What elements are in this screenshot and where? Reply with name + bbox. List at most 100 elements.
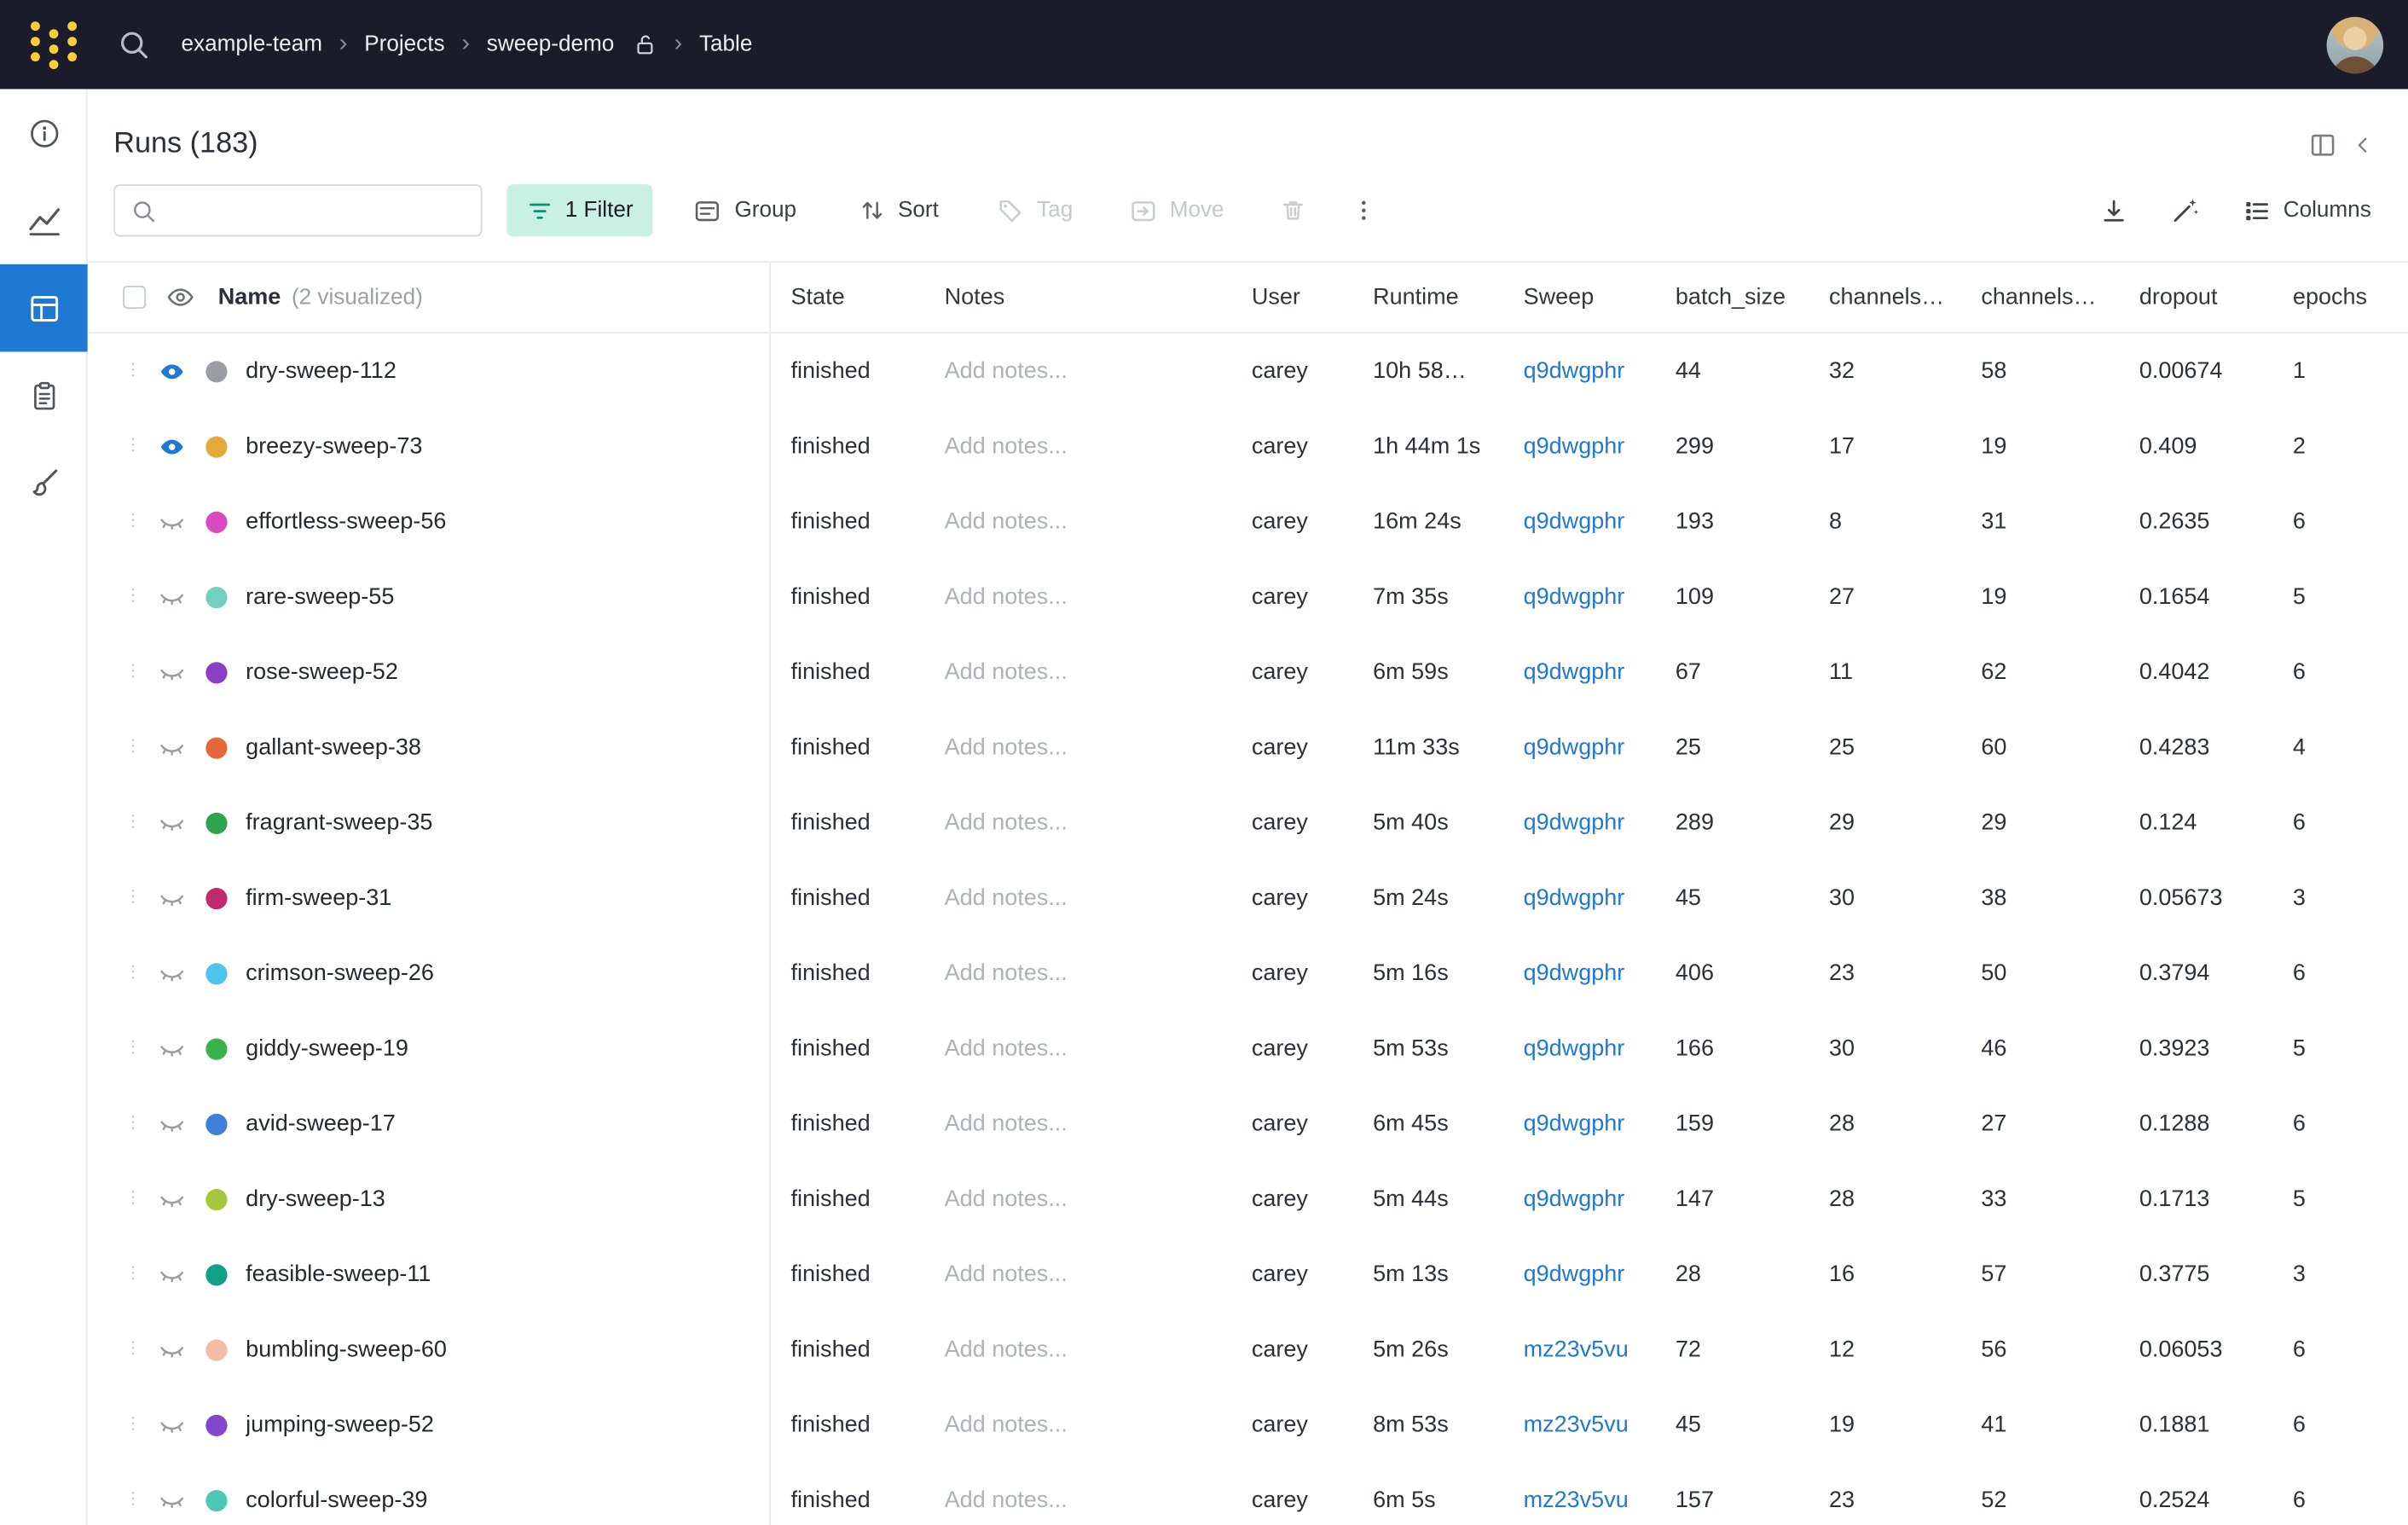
run-name-link[interactable]: rare-sweep-55 [246, 583, 394, 610]
magic-wand-button[interactable] [2169, 195, 2200, 226]
column-header-notes[interactable]: Notes [945, 284, 1252, 310]
run-name-link[interactable]: feasible-sweep-11 [246, 1261, 431, 1288]
cell-notes[interactable]: Add notes... [945, 358, 1252, 385]
run-name-link[interactable]: bumbling-sweep-60 [246, 1337, 447, 1363]
export-button[interactable] [2099, 196, 2128, 225]
cell-sweep-link[interactable]: q9dwgphr [1524, 508, 1625, 535]
cell-sweep-link[interactable]: q9dwgphr [1524, 659, 1625, 686]
cell-sweep-link[interactable]: q9dwgphr [1524, 1110, 1625, 1137]
run-name-link[interactable]: colorful-sweep-39 [246, 1487, 427, 1513]
cell-notes[interactable]: Add notes... [945, 508, 1252, 535]
breadcrumb-team[interactable]: example-team [182, 32, 322, 57]
run-name-link[interactable]: giddy-sweep-19 [246, 1035, 408, 1062]
select-all-checkbox[interactable] [123, 286, 146, 309]
cell-notes[interactable]: Add notes... [945, 433, 1252, 460]
cell-notes[interactable]: Add notes... [945, 884, 1252, 911]
drag-handle[interactable] [124, 890, 140, 907]
drag-handle[interactable] [124, 1492, 140, 1509]
cell-notes[interactable]: Add notes... [945, 1487, 1252, 1513]
run-name-link[interactable]: breezy-sweep-73 [246, 433, 422, 460]
drag-handle[interactable] [124, 438, 140, 455]
cell-sweep-link[interactable]: mz23v5vu [1524, 1337, 1629, 1363]
column-header-dropout[interactable]: dropout [2139, 284, 2293, 310]
sidebar-item-reports[interactable] [0, 351, 88, 439]
run-name-link[interactable]: dry-sweep-13 [246, 1186, 385, 1212]
visibility-toggle[interactable] [159, 1261, 186, 1288]
visibility-toggle[interactable] [159, 734, 186, 761]
cell-sweep-link[interactable]: q9dwgphr [1524, 960, 1625, 987]
user-avatar[interactable] [2327, 16, 2384, 73]
search-icon[interactable] [117, 27, 151, 61]
columns-button[interactable]: Columns [2242, 196, 2371, 225]
cell-notes[interactable]: Add notes... [945, 1412, 1252, 1438]
cell-sweep-link[interactable]: q9dwgphr [1524, 734, 1625, 761]
cell-sweep-link[interactable]: q9dwgphr [1524, 1186, 1625, 1212]
drag-handle[interactable] [124, 589, 140, 606]
visibility-toggle[interactable] [159, 1035, 186, 1062]
sidebar-item-workspace[interactable] [0, 177, 88, 264]
delete-button[interactable] [1279, 197, 1306, 224]
column-header-epochs[interactable]: epochs [2293, 284, 2406, 310]
drag-handle[interactable] [124, 1341, 140, 1358]
cell-sweep-link[interactable]: q9dwgphr [1524, 358, 1625, 385]
drag-handle[interactable] [124, 815, 140, 832]
cell-sweep-link[interactable]: mz23v5vu [1524, 1412, 1629, 1438]
drag-handle[interactable] [124, 1116, 140, 1133]
cell-notes[interactable]: Add notes... [945, 734, 1252, 761]
more-options-button[interactable] [1350, 197, 1377, 224]
column-header-sweep[interactable]: Sweep [1524, 284, 1676, 310]
column-header-channels-1[interactable]: channels… [1829, 284, 1981, 310]
visibility-toggle[interactable] [159, 658, 186, 686]
runs-search-input[interactable] [169, 198, 466, 223]
cell-notes[interactable]: Add notes... [945, 960, 1252, 987]
cell-notes[interactable]: Add notes... [945, 583, 1252, 610]
visibility-toggle[interactable] [159, 1110, 186, 1137]
filter-button[interactable]: 1 Filter [506, 184, 653, 236]
run-name-link[interactable]: rose-sweep-52 [246, 659, 398, 686]
column-header-user[interactable]: User [1252, 284, 1373, 310]
visibility-toggle[interactable] [159, 1486, 186, 1513]
drag-handle[interactable] [124, 513, 140, 531]
drag-handle[interactable] [124, 965, 140, 982]
cell-sweep-link[interactable]: q9dwgphr [1524, 809, 1625, 836]
cell-notes[interactable]: Add notes... [945, 1261, 1252, 1288]
visibility-toggle[interactable] [159, 1185, 186, 1212]
drag-handle[interactable] [124, 664, 140, 681]
run-name-link[interactable]: avid-sweep-17 [246, 1110, 396, 1137]
cell-sweep-link[interactable]: q9dwgphr [1524, 884, 1625, 911]
panel-layout-icon[interactable] [2308, 130, 2337, 159]
visibility-toggle[interactable] [159, 583, 186, 610]
runs-search-box[interactable] [113, 184, 482, 236]
drag-handle[interactable] [124, 1266, 140, 1283]
tag-button[interactable]: Tag [997, 197, 1073, 224]
breadcrumb-projects[interactable]: Projects [364, 32, 444, 57]
drag-handle[interactable] [124, 362, 140, 380]
cell-notes[interactable]: Add notes... [945, 1035, 1252, 1062]
group-button[interactable]: Group [693, 196, 796, 225]
run-name-link[interactable]: gallant-sweep-38 [246, 734, 421, 761]
run-name-link[interactable]: dry-sweep-112 [246, 358, 397, 385]
visibility-toggle[interactable] [159, 507, 186, 535]
run-name-link[interactable]: firm-sweep-31 [246, 884, 391, 911]
visibility-toggle[interactable] [159, 432, 186, 460]
drag-handle[interactable] [124, 1417, 140, 1434]
column-header-runtime[interactable]: Runtime [1373, 284, 1523, 310]
column-header-channels-2[interactable]: channels… [1981, 284, 2139, 310]
sidebar-item-sweeps[interactable] [0, 439, 88, 527]
run-name-link[interactable]: jumping-sweep-52 [246, 1412, 434, 1438]
run-name-link[interactable]: effortless-sweep-56 [246, 508, 446, 535]
cell-sweep-link[interactable]: q9dwgphr [1524, 583, 1625, 610]
run-name-link[interactable]: fragrant-sweep-35 [246, 809, 432, 836]
cell-sweep-link[interactable]: q9dwgphr [1524, 1261, 1625, 1288]
visibility-toggle[interactable] [159, 960, 186, 987]
sort-button[interactable]: Sort [858, 197, 939, 224]
sidebar-item-runs-table[interactable] [0, 264, 88, 352]
cell-notes[interactable]: Add notes... [945, 1110, 1252, 1137]
visibility-toggle[interactable] [159, 809, 186, 836]
breadcrumb-page[interactable]: Table [699, 32, 752, 57]
cell-sweep-link[interactable]: q9dwgphr [1524, 433, 1625, 460]
wandb-logo[interactable] [27, 17, 83, 72]
collapse-chevron-icon[interactable] [2351, 133, 2374, 156]
move-button[interactable]: Move [1128, 196, 1224, 225]
cell-notes[interactable]: Add notes... [945, 1337, 1252, 1363]
